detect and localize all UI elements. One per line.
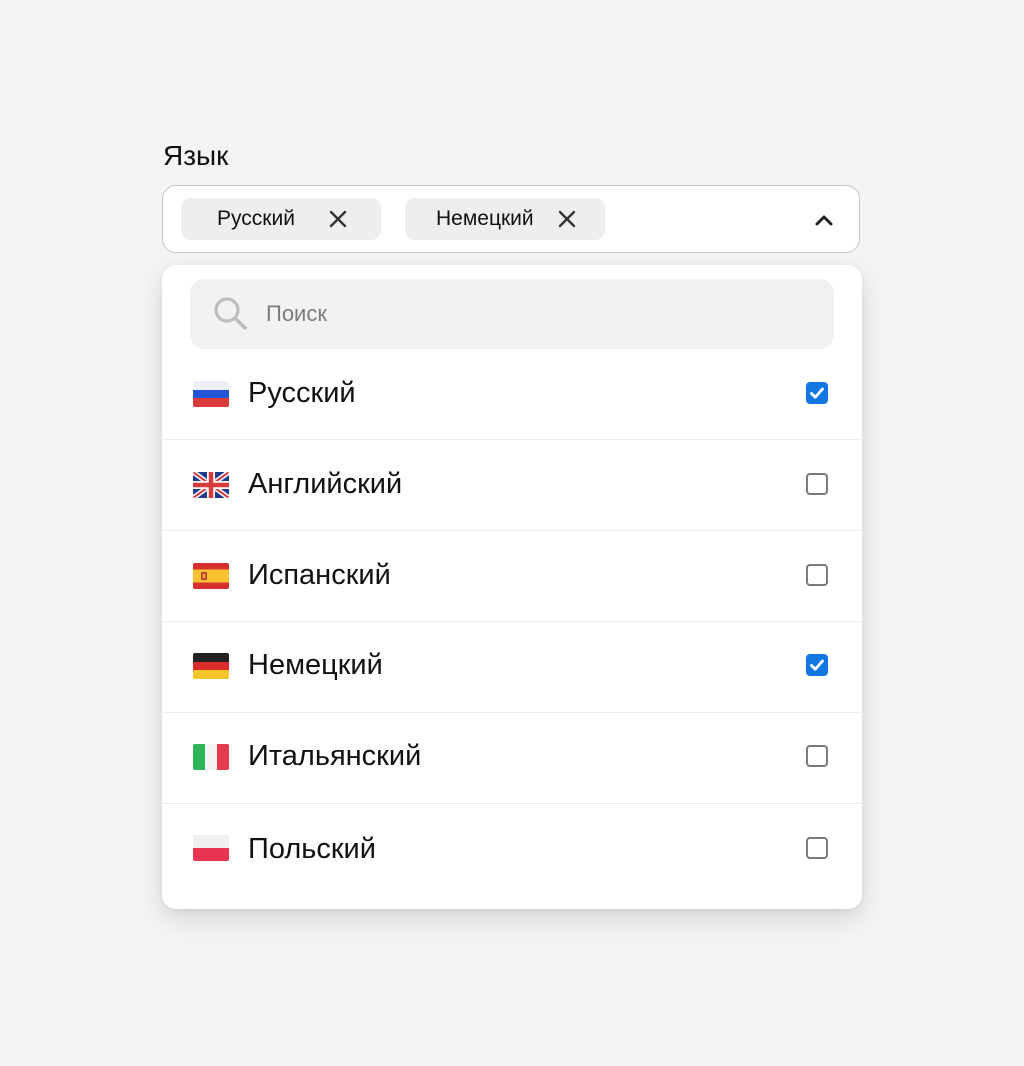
option-label: Итальянский (248, 740, 422, 772)
selected-chip-russian: Русский (181, 198, 381, 240)
germany-flag-icon (193, 653, 229, 679)
close-icon[interactable] (328, 209, 348, 229)
checkbox-checked[interactable] (806, 654, 828, 676)
language-dropdown: Русский Английский Испанский (162, 265, 862, 909)
option-italian[interactable]: Итальянский (162, 713, 862, 804)
option-german[interactable]: Немецкий (162, 622, 862, 713)
russia-flag-icon (193, 381, 229, 407)
close-icon[interactable] (557, 209, 577, 229)
checkbox[interactable] (806, 745, 828, 767)
checkbox-checked[interactable] (806, 382, 828, 404)
italy-flag-icon (193, 744, 229, 770)
option-label: Немецкий (248, 649, 383, 681)
checkbox[interactable] (806, 473, 828, 495)
option-label: Английский (248, 468, 403, 500)
search-icon (212, 295, 250, 333)
poland-flag-icon (193, 835, 229, 861)
chevron-up-icon[interactable] (813, 210, 835, 230)
option-label: Польский (248, 833, 376, 865)
search-input[interactable] (266, 293, 806, 335)
option-label: Русский (248, 377, 356, 409)
selected-chip-german: Немецкий (405, 198, 605, 240)
option-spanish[interactable]: Испанский (162, 531, 862, 622)
uk-flag-icon (193, 472, 229, 498)
spain-flag-icon (193, 563, 229, 589)
checkbox[interactable] (806, 837, 828, 859)
language-field-label: Язык (163, 140, 229, 171)
checkbox[interactable] (806, 564, 828, 586)
option-polish[interactable]: Польский (162, 804, 862, 895)
chip-label: Немецкий (436, 207, 534, 230)
language-multiselect[interactable]: Русский Немецкий (162, 185, 860, 253)
option-russian[interactable]: Русский (162, 349, 862, 440)
search-box[interactable] (190, 279, 834, 349)
option-label: Испанский (248, 559, 391, 591)
chip-label: Русский (217, 207, 295, 230)
option-english[interactable]: Английский (162, 440, 862, 531)
